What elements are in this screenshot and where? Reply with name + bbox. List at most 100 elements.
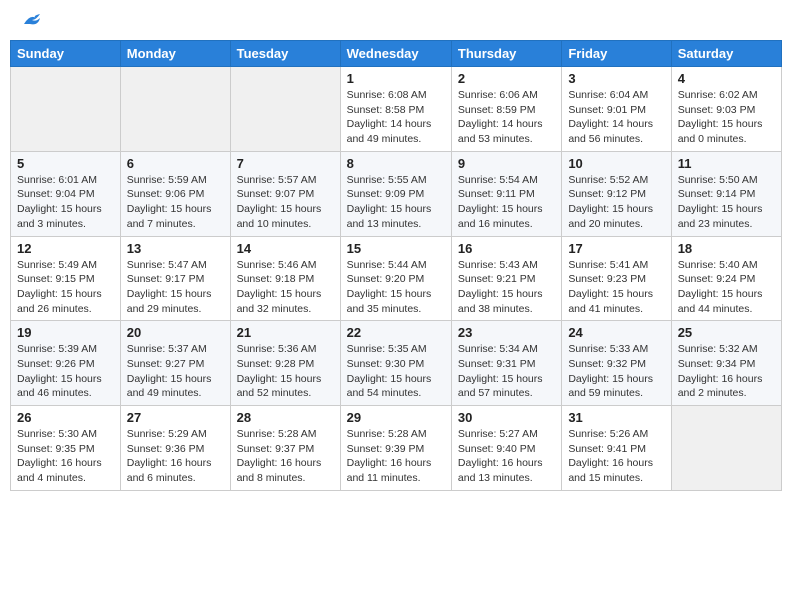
calendar-day-cell: 1Sunrise: 6:08 AM Sunset: 8:58 PM Daylig…: [340, 67, 451, 152]
day-number: 18: [678, 241, 775, 256]
calendar-day-cell: 8Sunrise: 5:55 AM Sunset: 9:09 PM Daylig…: [340, 151, 451, 236]
day-info: Sunrise: 6:02 AM Sunset: 9:03 PM Dayligh…: [678, 88, 775, 147]
day-number: 13: [127, 241, 224, 256]
calendar-day-cell: 22 Sunrise: 5:35 AM Sunset: 9:30 PM Dayli…: [340, 321, 451, 406]
day-info: Sunrise: 5:30 AM Sunset: 9:35 PM Dayligh…: [17, 427, 114, 486]
calendar-day-cell: 18 Sunrise: 5:40 AM Sunset: 9:24 PM Dayli…: [671, 236, 781, 321]
day-number: 6: [127, 156, 224, 171]
day-number: 15: [347, 241, 445, 256]
calendar-day-cell: 9 Sunrise: 5:54 AM Sunset: 9:11 PM Daylig…: [451, 151, 561, 236]
calendar-day-cell: 28 Sunrise: 5:28 AM Sunset: 9:37 PM Dayli…: [230, 406, 340, 491]
day-number: 31: [568, 410, 664, 425]
calendar-week-row: 1Sunrise: 6:08 AM Sunset: 8:58 PM Daylig…: [11, 67, 782, 152]
weekday-header-tuesday: Tuesday: [230, 41, 340, 67]
day-info: Sunrise: 5:47 AM Sunset: 9:17 PM Dayligh…: [127, 258, 224, 317]
day-info: Sunrise: 5:41 AM Sunset: 9:23 PM Dayligh…: [568, 258, 664, 317]
calendar-empty-cell: [11, 67, 121, 152]
calendar-header-row: SundayMondayTuesdayWednesdayThursdayFrid…: [11, 41, 782, 67]
day-info: Sunrise: 5:29 AM Sunset: 9:36 PM Dayligh…: [127, 427, 224, 486]
day-number: 11: [678, 156, 775, 171]
calendar-week-row: 12 Sunrise: 5:49 AM Sunset: 9:15 PM Dayli…: [11, 236, 782, 321]
logo: [20, 18, 44, 30]
calendar-day-cell: 7 Sunrise: 5:57 AM Sunset: 9:07 PM Daylig…: [230, 151, 340, 236]
calendar-day-cell: 2 Sunrise: 6:06 AM Sunset: 8:59 PM Daylig…: [451, 67, 561, 152]
day-info: Sunrise: 6:06 AM Sunset: 8:59 PM Dayligh…: [458, 88, 555, 147]
day-info: Sunrise: 5:43 AM Sunset: 9:21 PM Dayligh…: [458, 258, 555, 317]
day-info: Sunrise: 5:40 AM Sunset: 9:24 PM Dayligh…: [678, 258, 775, 317]
day-number: 29: [347, 410, 445, 425]
day-info: Sunrise: 5:44 AM Sunset: 9:20 PM Dayligh…: [347, 258, 445, 317]
day-number: 25: [678, 325, 775, 340]
weekday-header-thursday: Thursday: [451, 41, 561, 67]
day-info: Sunrise: 5:54 AM Sunset: 9:11 PM Dayligh…: [458, 173, 555, 232]
calendar-empty-cell: [120, 67, 230, 152]
day-number: 20: [127, 325, 224, 340]
calendar-day-cell: 25 Sunrise: 5:32 AM Sunset: 9:34 PM Dayli…: [671, 321, 781, 406]
day-info: Sunrise: 5:50 AM Sunset: 9:14 PM Dayligh…: [678, 173, 775, 232]
day-info: Sunrise: 5:52 AM Sunset: 9:12 PM Dayligh…: [568, 173, 664, 232]
calendar-day-cell: 11 Sunrise: 5:50 AM Sunset: 9:14 PM Dayli…: [671, 151, 781, 236]
day-number: 22: [347, 325, 445, 340]
calendar-table: SundayMondayTuesdayWednesdayThursdayFrid…: [10, 40, 782, 491]
day-info: Sunrise: 5:34 AM Sunset: 9:31 PM Dayligh…: [458, 342, 555, 401]
day-info: Sunrise: 5:28 AM Sunset: 9:39 PM Dayligh…: [347, 427, 445, 486]
day-number: 26: [17, 410, 114, 425]
day-info: Sunrise: 5:55 AM Sunset: 9:09 PM Dayligh…: [347, 173, 445, 232]
calendar-week-row: 26 Sunrise: 5:30 AM Sunset: 9:35 PM Dayli…: [11, 406, 782, 491]
day-info: Sunrise: 5:59 AM Sunset: 9:06 PM Dayligh…: [127, 173, 224, 232]
day-info: Sunrise: 5:36 AM Sunset: 9:28 PM Dayligh…: [237, 342, 334, 401]
calendar-day-cell: 13 Sunrise: 5:47 AM Sunset: 9:17 PM Dayli…: [120, 236, 230, 321]
day-info: Sunrise: 5:33 AM Sunset: 9:32 PM Dayligh…: [568, 342, 664, 401]
calendar-week-row: 19Sunrise: 5:39 AM Sunset: 9:26 PM Dayli…: [11, 321, 782, 406]
day-info: Sunrise: 5:28 AM Sunset: 9:37 PM Dayligh…: [237, 427, 334, 486]
logo-bird-icon: [22, 12, 44, 30]
day-number: 1: [347, 71, 445, 86]
day-number: 23: [458, 325, 555, 340]
calendar-empty-cell: [671, 406, 781, 491]
day-number: 16: [458, 241, 555, 256]
calendar-day-cell: 20 Sunrise: 5:37 AM Sunset: 9:27 PM Dayli…: [120, 321, 230, 406]
calendar-day-cell: 23 Sunrise: 5:34 AM Sunset: 9:31 PM Dayli…: [451, 321, 561, 406]
weekday-header-sunday: Sunday: [11, 41, 121, 67]
calendar-day-cell: 6 Sunrise: 5:59 AM Sunset: 9:06 PM Daylig…: [120, 151, 230, 236]
day-number: 24: [568, 325, 664, 340]
day-number: 12: [17, 241, 114, 256]
calendar-day-cell: 26 Sunrise: 5:30 AM Sunset: 9:35 PM Dayli…: [11, 406, 121, 491]
day-number: 17: [568, 241, 664, 256]
weekday-header-saturday: Saturday: [671, 41, 781, 67]
day-number: 7: [237, 156, 334, 171]
calendar-day-cell: 3Sunrise: 6:04 AM Sunset: 9:01 PM Daylig…: [562, 67, 671, 152]
day-info: Sunrise: 5:26 AM Sunset: 9:41 PM Dayligh…: [568, 427, 664, 486]
day-info: Sunrise: 5:37 AM Sunset: 9:27 PM Dayligh…: [127, 342, 224, 401]
day-number: 5: [17, 156, 114, 171]
page-header: [10, 10, 782, 34]
calendar-day-cell: 17 Sunrise: 5:41 AM Sunset: 9:23 PM Dayli…: [562, 236, 671, 321]
day-number: 21: [237, 325, 334, 340]
calendar-week-row: 5 Sunrise: 6:01 AM Sunset: 9:04 PM Daylig…: [11, 151, 782, 236]
calendar-day-cell: 21 Sunrise: 5:36 AM Sunset: 9:28 PM Dayli…: [230, 321, 340, 406]
day-number: 28: [237, 410, 334, 425]
calendar-empty-cell: [230, 67, 340, 152]
calendar-day-cell: 14 Sunrise: 5:46 AM Sunset: 9:18 PM Dayli…: [230, 236, 340, 321]
calendar-day-cell: 4Sunrise: 6:02 AM Sunset: 9:03 PM Daylig…: [671, 67, 781, 152]
day-info: Sunrise: 6:01 AM Sunset: 9:04 PM Dayligh…: [17, 173, 114, 232]
day-info: Sunrise: 6:04 AM Sunset: 9:01 PM Dayligh…: [568, 88, 664, 147]
calendar-day-cell: 16 Sunrise: 5:43 AM Sunset: 9:21 PM Dayli…: [451, 236, 561, 321]
calendar-day-cell: 5 Sunrise: 6:01 AM Sunset: 9:04 PM Daylig…: [11, 151, 121, 236]
day-number: 14: [237, 241, 334, 256]
day-number: 9: [458, 156, 555, 171]
day-info: Sunrise: 5:49 AM Sunset: 9:15 PM Dayligh…: [17, 258, 114, 317]
day-number: 10: [568, 156, 664, 171]
day-number: 2: [458, 71, 555, 86]
day-info: Sunrise: 5:32 AM Sunset: 9:34 PM Dayligh…: [678, 342, 775, 401]
day-number: 27: [127, 410, 224, 425]
day-info: Sunrise: 5:35 AM Sunset: 9:30 PM Dayligh…: [347, 342, 445, 401]
calendar-day-cell: 19Sunrise: 5:39 AM Sunset: 9:26 PM Dayli…: [11, 321, 121, 406]
calendar-day-cell: 10 Sunrise: 5:52 AM Sunset: 9:12 PM Dayli…: [562, 151, 671, 236]
day-info: Sunrise: 5:39 AM Sunset: 9:26 PM Dayligh…: [17, 342, 114, 401]
calendar-day-cell: 15 Sunrise: 5:44 AM Sunset: 9:20 PM Dayli…: [340, 236, 451, 321]
calendar-day-cell: 31 Sunrise: 5:26 AM Sunset: 9:41 PM Dayli…: [562, 406, 671, 491]
day-info: Sunrise: 5:46 AM Sunset: 9:18 PM Dayligh…: [237, 258, 334, 317]
day-info: Sunrise: 5:57 AM Sunset: 9:07 PM Dayligh…: [237, 173, 334, 232]
calendar-day-cell: 12 Sunrise: 5:49 AM Sunset: 9:15 PM Dayli…: [11, 236, 121, 321]
